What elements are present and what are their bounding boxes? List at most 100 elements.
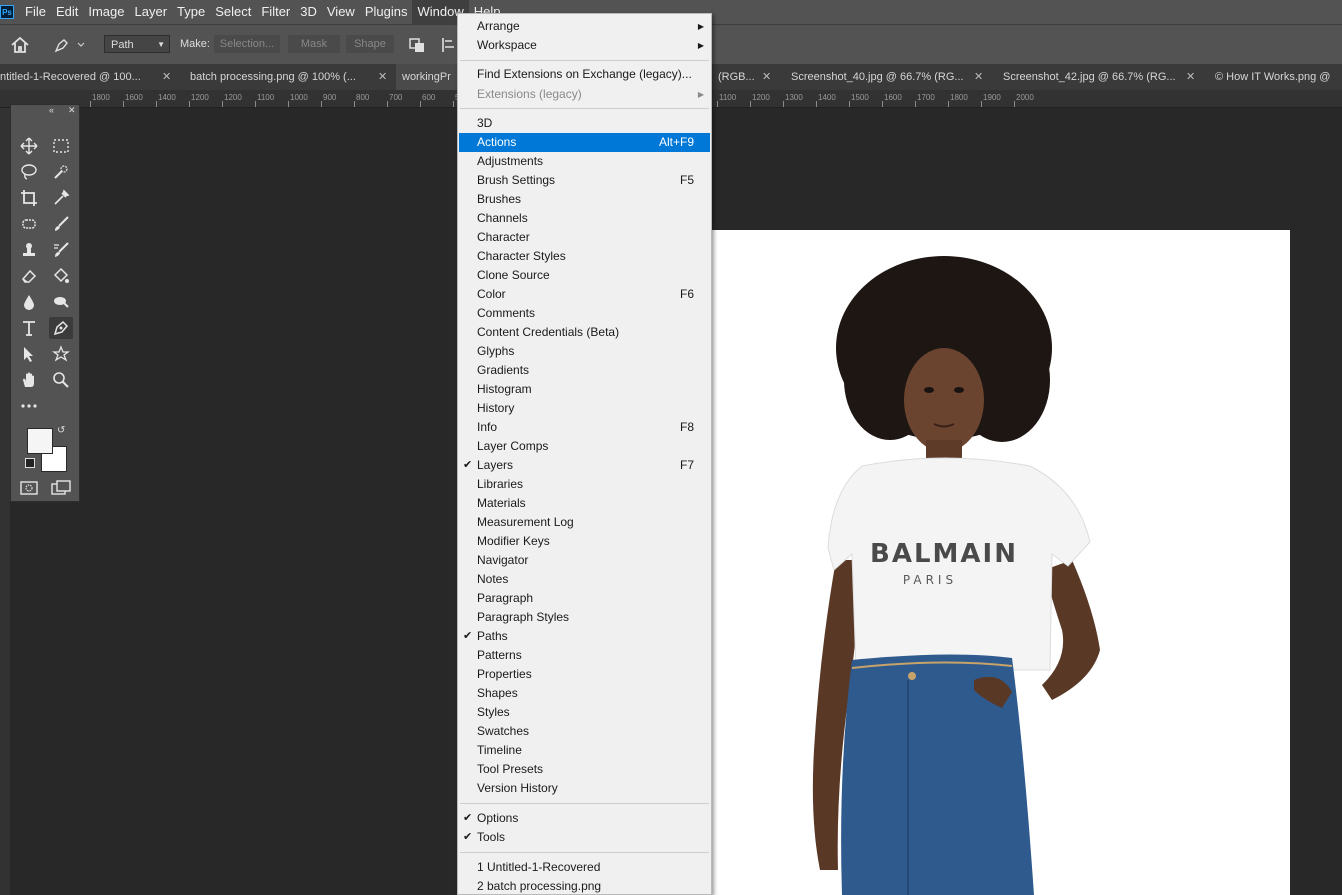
- tab-working-rgb[interactable]: (RGB...: [718, 64, 758, 90]
- menu-3d[interactable]: 3D: [295, 0, 322, 24]
- collapse-icon[interactable]: «: [49, 105, 54, 115]
- clone-stamp-tool-icon[interactable]: [17, 239, 41, 261]
- brush-tool-icon[interactable]: [49, 213, 73, 235]
- screen-mode-icon[interactable]: [49, 477, 73, 499]
- menu-item-paragraph-styles[interactable]: Paragraph Styles: [459, 608, 710, 627]
- path-selection-tool-icon[interactable]: [17, 343, 41, 365]
- menu-view[interactable]: View: [322, 0, 360, 24]
- eyedropper-tool-icon[interactable]: [49, 187, 73, 209]
- menu-item-history[interactable]: History: [459, 399, 710, 418]
- more-tools-icon[interactable]: [17, 395, 41, 417]
- lasso-tool-icon[interactable]: [17, 161, 41, 183]
- menu-item-version-history[interactable]: Version History: [459, 779, 710, 798]
- make-shape-button[interactable]: Shape: [346, 35, 394, 53]
- menu-item-materials[interactable]: Materials: [459, 494, 710, 513]
- history-brush-tool-icon[interactable]: [49, 239, 73, 261]
- zoom-tool-icon[interactable]: [49, 369, 73, 391]
- menu-item-channels[interactable]: Channels: [459, 209, 710, 228]
- menu-item-open-doc-1[interactable]: 1 Untitled-1-Recovered: [459, 858, 710, 877]
- menu-item-brush-settings[interactable]: Brush Settings F5: [459, 171, 710, 190]
- mode-select[interactable]: Path ▼: [104, 35, 170, 53]
- home-icon[interactable]: [10, 36, 30, 54]
- menu-item-styles[interactable]: Styles: [459, 703, 710, 722]
- make-selection-button[interactable]: Selection...: [214, 35, 280, 53]
- pen-tool-icon[interactable]: [49, 317, 73, 339]
- close-icon[interactable]: ✕: [378, 64, 387, 90]
- tab-how-it-works[interactable]: © How IT Works.png @: [1215, 64, 1342, 90]
- quick-selection-tool-icon[interactable]: [49, 161, 73, 183]
- menu-item-libraries[interactable]: Libraries: [459, 475, 710, 494]
- tab-working[interactable]: workingPr: [396, 64, 464, 90]
- menu-layer[interactable]: Layer: [130, 0, 173, 24]
- make-mask-button[interactable]: Mask: [288, 35, 340, 53]
- close-icon[interactable]: ✕: [68, 105, 76, 116]
- menu-item-info[interactable]: Info F8: [459, 418, 710, 437]
- tab-screenshot-42[interactable]: Screenshot_42.jpg @ 66.7% (RG...: [1003, 64, 1179, 90]
- menu-item-measurement-log[interactable]: Measurement Log: [459, 513, 710, 532]
- menu-item-options[interactable]: ✔ Options: [459, 809, 710, 828]
- hand-tool-icon[interactable]: [17, 369, 41, 391]
- menu-edit[interactable]: Edit: [51, 0, 83, 24]
- menu-item-notes[interactable]: Notes: [459, 570, 710, 589]
- menu-item-3d[interactable]: 3D: [459, 114, 710, 133]
- menu-item-layers[interactable]: ✔ Layers F7: [459, 456, 710, 475]
- close-icon[interactable]: ✕: [162, 64, 171, 90]
- menu-item-open-doc-2[interactable]: 2 batch processing.png: [459, 877, 710, 894]
- path-alignment-icon[interactable]: [440, 37, 456, 53]
- eraser-tool-icon[interactable]: [17, 265, 41, 287]
- menu-item-patterns[interactable]: Patterns: [459, 646, 710, 665]
- type-tool-icon[interactable]: [17, 317, 41, 339]
- menu-item-content-credentials-beta[interactable]: Content Credentials (Beta): [459, 323, 710, 342]
- menu-item-brushes[interactable]: Brushes: [459, 190, 710, 209]
- dodge-tool-icon[interactable]: [49, 291, 73, 313]
- menu-item-paragraph[interactable]: Paragraph: [459, 589, 710, 608]
- paint-bucket-tool-icon[interactable]: [49, 265, 73, 287]
- quick-mask-icon[interactable]: [17, 477, 41, 499]
- menu-item-timeline[interactable]: Timeline: [459, 741, 710, 760]
- menu-item-modifier-keys[interactable]: Modifier Keys: [459, 532, 710, 551]
- tab-batch-processing[interactable]: batch processing.png @ 100% (...: [190, 64, 368, 90]
- document-canvas[interactable]: BALMAIN PARIS: [712, 230, 1290, 895]
- menu-item-arrange[interactable]: Arrange ▶: [459, 17, 710, 36]
- menu-file[interactable]: File: [20, 0, 51, 24]
- menu-type[interactable]: Type: [172, 0, 210, 24]
- path-operations-icon[interactable]: [408, 37, 426, 53]
- menu-item-tools[interactable]: ✔ Tools: [459, 828, 710, 847]
- menu-item-properties[interactable]: Properties: [459, 665, 710, 684]
- menu-filter[interactable]: Filter: [256, 0, 295, 24]
- marquee-tool-icon[interactable]: [49, 135, 73, 157]
- menu-item-swatches[interactable]: Swatches: [459, 722, 710, 741]
- menu-item-tool-presets[interactable]: Tool Presets: [459, 760, 710, 779]
- menu-item-paths[interactable]: ✔ Paths: [459, 627, 710, 646]
- menu-item-layer-comps[interactable]: Layer Comps: [459, 437, 710, 456]
- menu-item-actions[interactable]: Actions Alt+F9: [459, 133, 710, 152]
- menu-item-glyphs[interactable]: Glyphs: [459, 342, 710, 361]
- menu-item-color[interactable]: Color F6: [459, 285, 710, 304]
- swap-colors-icon[interactable]: ↺: [57, 425, 65, 436]
- custom-shape-tool-icon[interactable]: [49, 343, 73, 365]
- menu-item-workspace[interactable]: Workspace ▶: [459, 36, 710, 55]
- close-icon[interactable]: ✕: [1186, 64, 1195, 90]
- close-icon[interactable]: ✕: [762, 64, 771, 90]
- move-tool-icon[interactable]: [17, 135, 41, 157]
- pen-tool-preset-icon[interactable]: [52, 36, 86, 54]
- menu-image[interactable]: Image: [83, 0, 129, 24]
- menu-item-histogram[interactable]: Histogram: [459, 380, 710, 399]
- foreground-color-swatch[interactable]: [27, 428, 53, 454]
- menu-item-clone-source[interactable]: Clone Source: [459, 266, 710, 285]
- menu-item-find-extensions[interactable]: Find Extensions on Exchange (legacy)...: [459, 65, 710, 84]
- menu-item-navigator[interactable]: Navigator: [459, 551, 710, 570]
- healing-brush-tool-icon[interactable]: [17, 213, 41, 235]
- menu-item-shapes[interactable]: Shapes: [459, 684, 710, 703]
- tab-untitled-1-recovered[interactable]: ntitled-1-Recovered @ 100...: [0, 64, 150, 90]
- menu-item-gradients[interactable]: Gradients: [459, 361, 710, 380]
- menu-select[interactable]: Select: [210, 0, 256, 24]
- menu-plugins[interactable]: Plugins: [360, 0, 413, 24]
- blur-tool-icon[interactable]: [17, 291, 41, 313]
- close-icon[interactable]: ✕: [974, 64, 983, 90]
- tab-screenshot-40[interactable]: Screenshot_40.jpg @ 66.7% (RG...: [791, 64, 967, 90]
- menu-item-adjustments[interactable]: Adjustments: [459, 152, 710, 171]
- crop-tool-icon[interactable]: [17, 187, 41, 209]
- menu-item-character[interactable]: Character: [459, 228, 710, 247]
- default-colors-icon[interactable]: [25, 458, 35, 468]
